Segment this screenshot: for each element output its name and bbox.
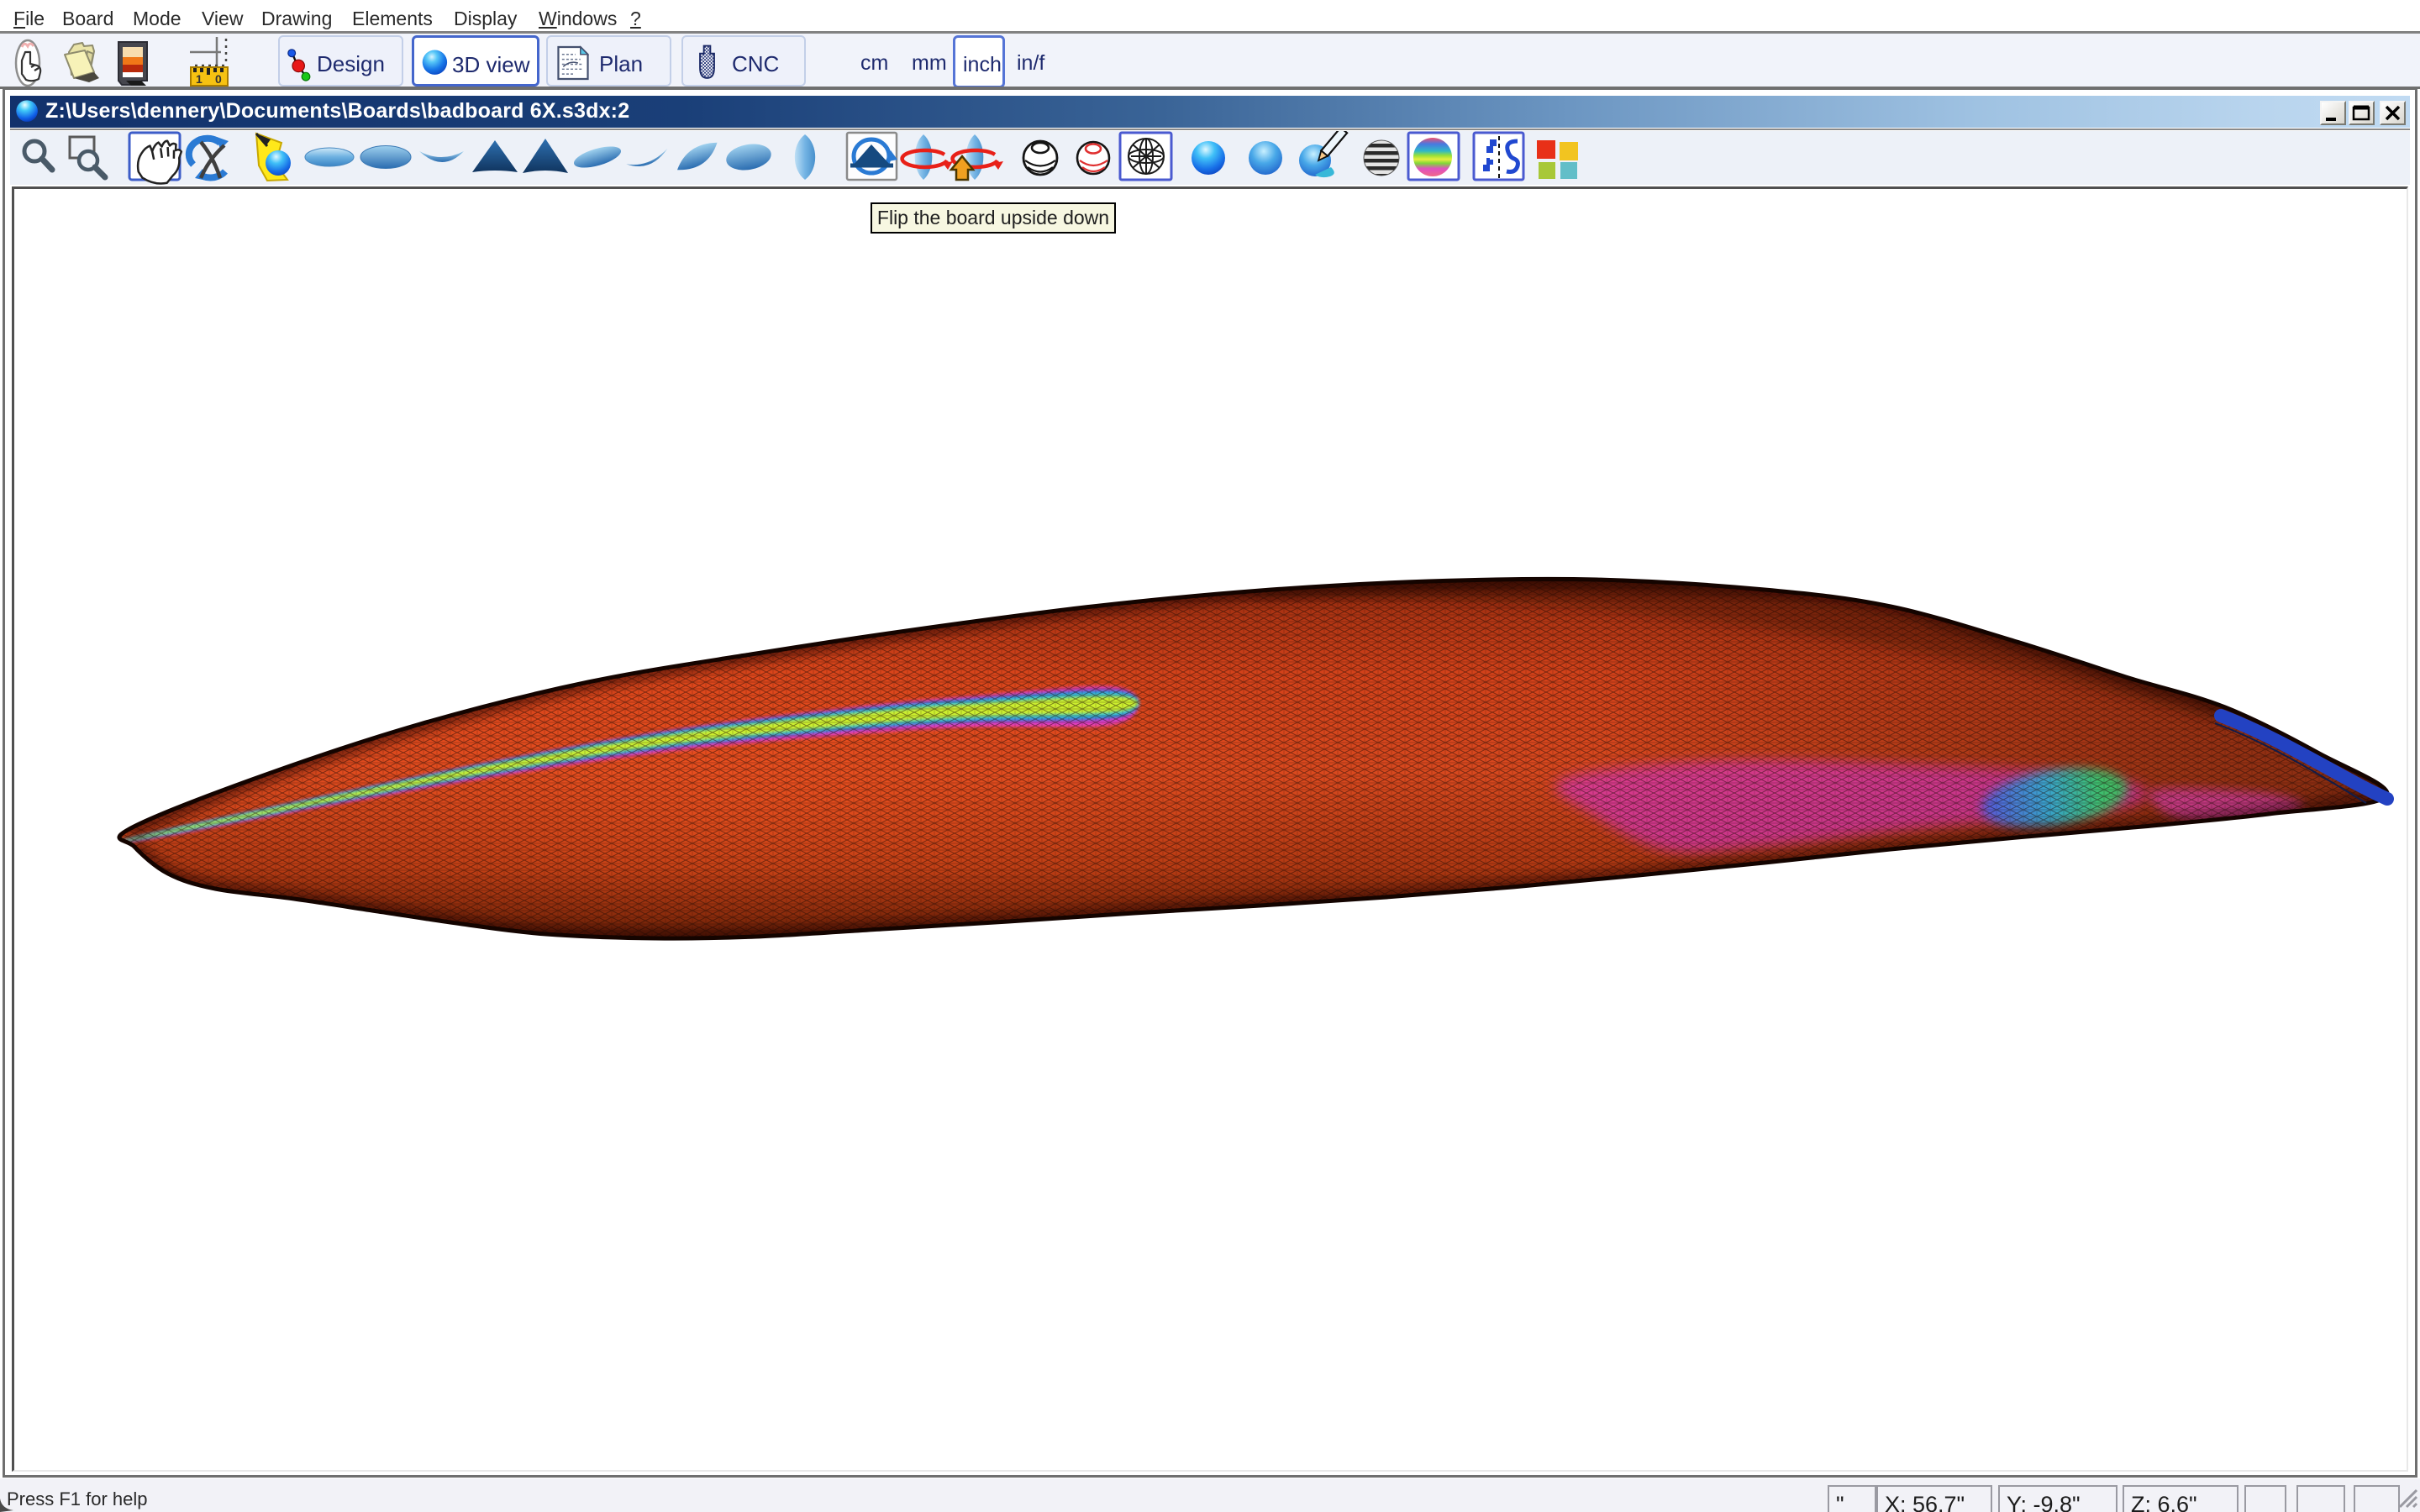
svg-text:0: 0 [215, 72, 222, 86]
svg-text:1: 1 [196, 72, 203, 86]
